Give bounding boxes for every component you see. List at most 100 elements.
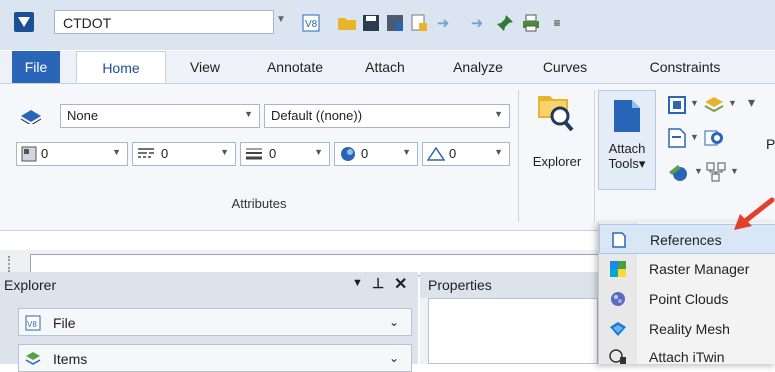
attach-itwin-icon — [609, 349, 626, 364]
group-divider — [518, 90, 519, 222]
tab-attach[interactable]: Attach — [350, 51, 420, 83]
transparency-combo[interactable]: 0 ▼ — [334, 142, 418, 166]
explorer-item-items[interactable]: Items ⌄ — [18, 344, 412, 372]
menu-item-label: Point Clouds — [649, 291, 729, 307]
menu-item-attach-itwin[interactable]: Attach iTwin — [599, 342, 775, 372]
tab-annotate[interactable]: Annotate — [252, 51, 338, 83]
workspace-name: CTDOT — [63, 15, 112, 31]
save-icon[interactable] — [360, 12, 382, 34]
chevron-down-icon: ▼ — [314, 147, 323, 157]
point-clouds-icon — [611, 292, 625, 306]
svg-text:V8: V8 — [305, 19, 318, 30]
grid-tree-icon[interactable] — [706, 162, 726, 182]
menu-item-reality-mesh[interactable]: Reality Mesh — [599, 314, 775, 344]
print-icon[interactable] — [520, 12, 542, 34]
ribbon-home: None ▼ Default ((none)) ▼ 0 ▼ 0 ▼ 0 ▼ 0 … — [0, 84, 775, 231]
explorer-pane-body: V8 File ⌄ Items ⌄ — [0, 298, 418, 372]
chevron-down-icon[interactable]: ▼ — [728, 98, 737, 108]
level-icon — [20, 110, 42, 124]
attach-tools-line2: Tools — [608, 156, 639, 171]
attributes-group-label: Attributes — [231, 196, 287, 211]
chevron-down-icon[interactable]: ▼ — [276, 14, 286, 25]
explorer-item-file[interactable]: V8 File ⌄ — [18, 308, 412, 336]
annotation-arrow-icon — [734, 197, 775, 230]
properties-pane-header: Properties — [420, 272, 598, 298]
layers-icon[interactable] — [704, 96, 724, 114]
compress-icon[interactable] — [408, 12, 430, 34]
chevron-down-icon[interactable]: ⌄ — [389, 315, 399, 329]
line-weight-combo[interactable]: 0 ▼ — [240, 142, 330, 166]
close-icon[interactable]: ✕ — [394, 274, 407, 294]
menu-item-raster-manager[interactable]: Raster Manager — [599, 254, 775, 284]
workspace-combo[interactable]: CTDOT — [54, 10, 274, 34]
transparency-value: 0 — [361, 146, 369, 161]
reality-mesh-icon — [610, 322, 626, 336]
model-icon[interactable] — [668, 162, 690, 182]
v8-icon[interactable]: V8 — [300, 12, 322, 34]
text-style-combo[interactable]: Default ((none)) ▼ — [264, 104, 510, 128]
microstation-app-icon[interactable] — [14, 12, 34, 32]
chevron-down-icon[interactable]: ▼ — [694, 166, 703, 176]
chevron-down-icon[interactable]: ▼ — [690, 132, 699, 142]
priority-value: 0 — [449, 146, 457, 161]
attach-tools-button[interactable]: Attach Tools▾ — [598, 90, 656, 190]
menu-item-label: Reality Mesh — [649, 321, 730, 337]
chevron-down-icon: ▼ — [494, 147, 503, 157]
properties-pane-title: Properties — [428, 277, 492, 293]
window-icon[interactable] — [668, 96, 686, 114]
document-icon[interactable] — [668, 128, 686, 148]
text-style-value: Default ((none)) — [271, 108, 363, 123]
open-folder-icon[interactable] — [336, 12, 358, 34]
color-combo[interactable]: 0 ▼ — [16, 142, 128, 166]
ribbon-tabs: File Home View Annotate Attach Analyze C… — [0, 51, 775, 84]
line-style-icon — [138, 148, 154, 158]
references-icon — [612, 232, 626, 248]
explorer-item-label: File — [53, 315, 76, 331]
customize-qat-icon[interactable]: ≡ — [546, 12, 568, 34]
level-value: None — [67, 108, 99, 123]
line-weight-icon — [246, 148, 262, 160]
gripper[interactable] — [8, 256, 12, 272]
chevron-down-icon: ▾ — [638, 156, 646, 171]
menu-item-point-clouds[interactable]: Point Clouds — [599, 284, 775, 314]
attach-tools-menu: References Raster Manager Point Clouds R… — [598, 222, 775, 365]
tab-home[interactable]: Home — [76, 51, 166, 83]
pin-icon[interactable] — [494, 12, 516, 34]
tab-constraints[interactable]: Constraints — [630, 51, 740, 83]
explorer-icon — [538, 96, 574, 132]
line-style-value: 0 — [161, 146, 169, 161]
explorer-pane-title: Explorer — [4, 277, 57, 293]
undo-icon[interactable]: ➜ — [432, 12, 454, 34]
link-sheet-icon[interactable] — [704, 128, 724, 148]
tab-analyze[interactable]: Analyze — [438, 51, 518, 83]
chevron-down-icon: ▼ — [244, 109, 253, 119]
chevron-down-icon[interactable]: ▼ — [352, 277, 363, 289]
chevron-down-icon: ▼ — [220, 147, 229, 157]
save-settings-icon[interactable] — [384, 12, 406, 34]
chevron-down-icon[interactable]: ⌄ — [389, 351, 399, 365]
priority-combo[interactable]: 0 ▼ — [422, 142, 510, 166]
items-icon — [25, 352, 41, 365]
redo-icon[interactable]: ➜ — [466, 12, 488, 34]
tab-curves[interactable]: Curves — [532, 51, 598, 83]
line-style-combo[interactable]: 0 ▼ — [132, 142, 236, 166]
priority-icon — [427, 147, 445, 161]
color-icon — [21, 146, 37, 162]
chevron-down-icon[interactable]: ▼ — [730, 166, 739, 176]
v8-file-icon: V8 — [25, 315, 41, 331]
attach-tools-label: Attach Tools▾ — [599, 141, 655, 171]
chevron-down-icon[interactable]: ▼ — [690, 98, 699, 108]
menu-item-label: References — [650, 232, 722, 248]
chevron-down-icon: ▼ — [402, 147, 411, 157]
level-combo[interactable]: None ▼ — [60, 104, 260, 128]
tab-view[interactable]: View — [180, 51, 230, 83]
group-divider — [594, 90, 595, 222]
more-indicator: ▾ — [748, 94, 756, 110]
pin-icon[interactable]: ⊥ — [372, 275, 384, 292]
transparency-icon — [341, 147, 355, 161]
properties-content-box — [428, 298, 598, 364]
chevron-down-icon: ▼ — [494, 109, 503, 119]
tab-file[interactable]: File — [12, 51, 60, 83]
explorer-button[interactable]: Explorer — [524, 88, 590, 184]
svg-text:V8: V8 — [27, 320, 37, 329]
